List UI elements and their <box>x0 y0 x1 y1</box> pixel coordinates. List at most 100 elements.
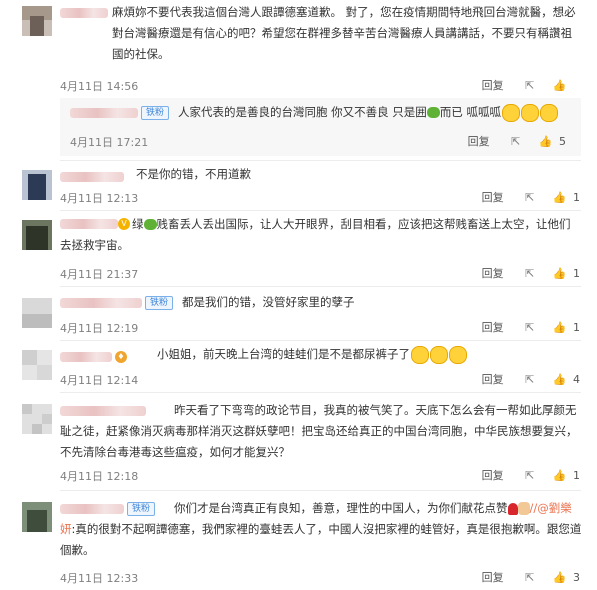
divider <box>60 286 581 287</box>
comment-actions: 回复 ⇱ 👍 4 <box>482 371 581 387</box>
fan-badge: 铁粉 <box>141 106 170 120</box>
like-count: 1 <box>573 266 580 280</box>
comment-actions: 回复 ⇱ 👍 1 <box>482 189 581 205</box>
comment-list: 麻煩妳不要代表我這個台灣人跟譚德塞道歉。 對了，您在疫情期間特地飛回台灣就醫，想… <box>0 0 597 590</box>
like-icon[interactable]: 👍 <box>553 321 567 334</box>
like-count: 5 <box>559 134 566 148</box>
like-count: 1 <box>573 190 580 204</box>
divider <box>60 340 581 341</box>
share-icon[interactable]: ⇱ <box>525 571 534 584</box>
reply-button[interactable]: 回复 <box>482 569 504 585</box>
rose-emoji <box>507 502 518 515</box>
like-count: 1 <box>573 468 580 482</box>
comment-item: 昨天看了下弯弯的政论节目，我真的被气笑了。天底下怎么会有一帮如此厚颜无耻之徒，赶… <box>0 396 597 486</box>
vip-icon: ♦ <box>115 351 127 363</box>
sub-reply-date: 4月11日 17:21 <box>70 136 149 149</box>
share-icon[interactable]: ⇱ <box>525 469 534 482</box>
username-redacted[interactable] <box>60 170 124 184</box>
avatar[interactable] <box>22 404 52 434</box>
reply-button[interactable]: 回复 <box>482 265 504 281</box>
comment-actions: 回复 ⇱ 👍 1 <box>482 467 581 483</box>
comment-text-main: 绿 <box>132 217 144 231</box>
sub-reply-text: 人家代表的是善良的台灣同胞 你又不善良 只是囲 而已 呱呱呱 <box>178 102 558 123</box>
avatar[interactable] <box>22 350 52 380</box>
divider <box>60 490 581 491</box>
comment-text: 你们才是台湾真正有良知，善意，理性的中国人，为你们献花点赞//@劉樂妍:真的很對… <box>60 498 582 561</box>
share-icon[interactable]: ⇱ <box>525 191 534 204</box>
share-icon[interactable]: ⇱ <box>525 79 534 92</box>
reply-button[interactable]: 回复 <box>482 319 504 335</box>
fan-badge: 铁粉 <box>145 296 174 310</box>
comment-text: 昨天看了下弯弯的政论节目，我真的被气笑了。天底下怎么会有一帮如此厚颜无耻之徒，赶… <box>60 403 578 459</box>
reply-button[interactable]: 回复 <box>482 467 504 483</box>
laugh-emoji <box>411 345 429 364</box>
comment-actions: 回复 ⇱ 👍 3 <box>482 569 581 585</box>
like-icon[interactable]: 👍 <box>553 469 567 482</box>
reply-button[interactable]: 回复 <box>482 77 504 93</box>
reply-button[interactable]: 回复 <box>482 371 504 387</box>
divider <box>60 210 581 211</box>
sub-reply-text-tail: 而已 呱呱呱 <box>439 105 501 119</box>
comment-item: ♦ 小姐姐，前天晚上台湾的蛙蛙们是不是都尿裤子了 4月11日 12:14 回复 … <box>0 342 597 390</box>
comment-item: 铁粉 你们才是台湾真正有良知，善意，理性的中国人，为你们献花点赞//@劉樂妍:真… <box>0 494 597 590</box>
comment-text: 小姐姐，前天晚上台湾的蛙蛙们是不是都尿裤子了 <box>157 344 587 365</box>
divider <box>60 392 581 393</box>
comment-text-main: 你们才是台湾真正有良知，善意，理性的中国人，为你们献花点赞 <box>174 501 508 515</box>
comment-actions: 回复 ⇱ 👍 1 <box>482 319 581 335</box>
like-icon[interactable]: 👍 <box>553 373 567 386</box>
avatar[interactable] <box>22 502 52 532</box>
comment-text: 麻煩妳不要代表我這個台灣人跟譚德塞道歉。 對了，您在疫情期間特地飛回台灣就醫，想… <box>112 5 576 61</box>
comment-actions: 回复 ⇱ 👍 1 <box>482 265 581 281</box>
avatar[interactable] <box>22 6 52 36</box>
like-icon[interactable]: 👍 <box>553 79 567 92</box>
comment-item: 麻煩妳不要代表我這個台灣人跟譚德塞道歉。 對了，您在疫情期間特地飛回台灣就醫，想… <box>0 0 597 180</box>
avatar[interactable] <box>22 170 52 200</box>
reply-button[interactable]: 回复 <box>468 133 490 149</box>
frog-emoji <box>426 107 440 118</box>
hands-emoji <box>517 502 530 515</box>
frog-emoji <box>143 219 157 230</box>
username-redacted[interactable]: ♦ <box>60 350 127 364</box>
avatar[interactable] <box>22 298 52 328</box>
comment-item: 铁粉 都是我们的错，没管好家里的孽子 4月11日 12:19 回复 ⇱ 👍 1 <box>0 290 597 338</box>
laugh-emoji <box>501 103 520 122</box>
laugh-emoji <box>520 103 539 122</box>
like-icon[interactable]: 👍 <box>553 267 567 280</box>
comment-text: 绿贱畜丢人丢出国际，让人大开眼界，刮目相看，应该把这帮贱畜送上太空，让他们去拯救… <box>60 214 580 256</box>
comment-item: 不是你的错，不用道歉 4月11日 12:13 回复 ⇱ 👍 1 <box>0 164 597 208</box>
sub-reply: 铁粉 人家代表的是善良的台灣同胞 你又不善良 只是囲 而已 呱呱呱 4月11日 1… <box>60 98 581 156</box>
like-count: 1 <box>573 320 580 334</box>
comment-date: 4月11日 12:33 <box>60 572 139 585</box>
sub-reply-actions: 回复 ⇱ 👍 5 <box>468 133 567 149</box>
laugh-emoji <box>539 103 558 122</box>
like-icon[interactable]: 👍 <box>553 571 567 584</box>
divider <box>60 160 581 161</box>
share-icon[interactable]: ⇱ <box>511 135 520 148</box>
comment-date: 4月11日 12:14 <box>60 374 139 387</box>
reply-button[interactable]: 回复 <box>482 189 504 205</box>
laugh-emoji <box>449 345 467 364</box>
laugh-emoji <box>430 345 448 364</box>
username-redacted[interactable] <box>60 6 108 20</box>
share-icon[interactable]: ⇱ <box>525 267 534 280</box>
comment-actions: 回复 ⇱ 👍 <box>482 77 581 93</box>
comment-date: 4月11日 14:56 <box>60 80 139 93</box>
comment-text: 都是我们的错，没管好家里的孽子 <box>182 295 355 309</box>
comment-item: V 绿贱畜丢人丢出国际，让人大开眼界，刮目相看，应该把这帮贱畜送上太空，让他们去… <box>0 212 597 284</box>
comment-text-main: 小姐姐，前天晚上台湾的蛙蛙们是不是都尿裤子了 <box>157 347 410 361</box>
username-redacted[interactable]: 铁粉 <box>60 296 174 310</box>
comment-text-quoted: :真的很對不起啊譚德塞，我們家裡的臺蛙丟人了，中國人沒把家裡的蛙管好，真是很抱歉… <box>60 522 582 557</box>
comment-text: 不是你的错，不用道歉 <box>136 167 251 181</box>
like-icon[interactable]: 👍 <box>539 135 553 148</box>
like-count: 4 <box>573 372 580 386</box>
avatar[interactable] <box>22 220 52 250</box>
comment-date: 4月11日 21:37 <box>60 268 139 281</box>
comment-date: 4月11日 12:18 <box>60 470 139 483</box>
like-icon[interactable]: 👍 <box>553 191 567 204</box>
comment-date: 4月11日 12:19 <box>60 322 139 335</box>
username-redacted[interactable]: 铁粉 <box>70 106 170 120</box>
share-icon[interactable]: ⇱ <box>525 321 534 334</box>
like-count: 3 <box>573 570 580 584</box>
comment-date: 4月11日 12:13 <box>60 192 139 205</box>
share-icon[interactable]: ⇱ <box>525 373 534 386</box>
